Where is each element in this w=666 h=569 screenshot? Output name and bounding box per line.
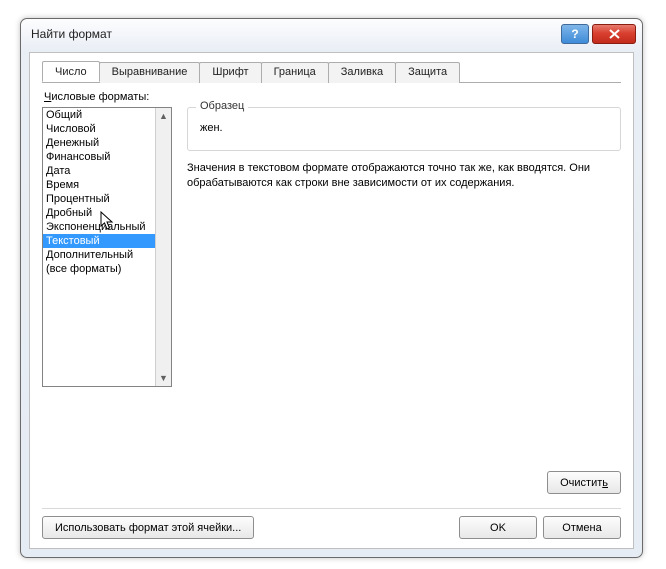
window-title: Найти формат	[31, 27, 558, 41]
help-button[interactable]: ?	[561, 24, 589, 44]
close-button[interactable]	[592, 24, 636, 44]
formats-listbox[interactable]: ОбщийЧисловойДенежныйФинансовыйДатаВремя…	[42, 107, 172, 387]
scrollbar[interactable]: ▲ ▼	[155, 108, 171, 386]
format-item[interactable]: Текстовый	[43, 234, 155, 248]
sample-group: Образец жен.	[187, 107, 621, 151]
sample-value: жен.	[188, 108, 620, 134]
format-item[interactable]: Дробный	[43, 206, 155, 220]
format-item[interactable]: Дата	[43, 164, 155, 178]
dialog-window: Найти формат ? ЧислоВыравниваниеШрифтГра…	[20, 18, 643, 558]
format-item[interactable]: Числовой	[43, 122, 155, 136]
format-item[interactable]: Общий	[43, 108, 155, 122]
tab-4[interactable]: Заливка	[328, 62, 396, 83]
tab-number-panel: Числовые форматы: ОбщийЧисловойДенежныйФ…	[42, 83, 621, 498]
sample-legend: Образец	[196, 100, 248, 112]
format-item[interactable]: Экспоненциальный	[43, 220, 155, 234]
tab-5[interactable]: Защита	[395, 62, 460, 83]
format-item[interactable]: (все форматы)	[43, 262, 155, 276]
tab-0[interactable]: Число	[42, 61, 100, 82]
tab-2[interactable]: Шрифт	[199, 62, 261, 83]
formats-label: Числовые форматы:	[44, 91, 149, 103]
format-item[interactable]: Дополнительный	[43, 248, 155, 262]
ok-button[interactable]: OK	[459, 516, 537, 539]
scroll-up-icon[interactable]: ▲	[156, 108, 171, 124]
dialog-body: ЧислоВыравниваниеШрифтГраницаЗаливкаЗащи…	[29, 52, 634, 549]
tab-3[interactable]: Граница	[261, 62, 329, 83]
cancel-button[interactable]: Отмена	[543, 516, 621, 539]
format-description: Значения в текстовом формате отображаютс…	[187, 161, 621, 191]
format-item[interactable]: Денежный	[43, 136, 155, 150]
format-item[interactable]: Финансовый	[43, 150, 155, 164]
use-cell-format-button[interactable]: Использовать формат этой ячейки...	[42, 516, 254, 539]
titlebar: Найти формат ?	[21, 19, 642, 49]
format-item[interactable]: Процентный	[43, 192, 155, 206]
scroll-down-icon[interactable]: ▼	[156, 370, 171, 386]
format-item[interactable]: Время	[43, 178, 155, 192]
clear-button[interactable]: Очистить	[547, 471, 621, 494]
tab-strip: ЧислоВыравниваниеШрифтГраницаЗаливкаЗащи…	[42, 61, 621, 83]
tab-1[interactable]: Выравнивание	[99, 62, 201, 83]
dialog-footer: Использовать формат этой ячейки... OK От…	[42, 508, 621, 536]
window-buttons: ?	[558, 24, 636, 44]
